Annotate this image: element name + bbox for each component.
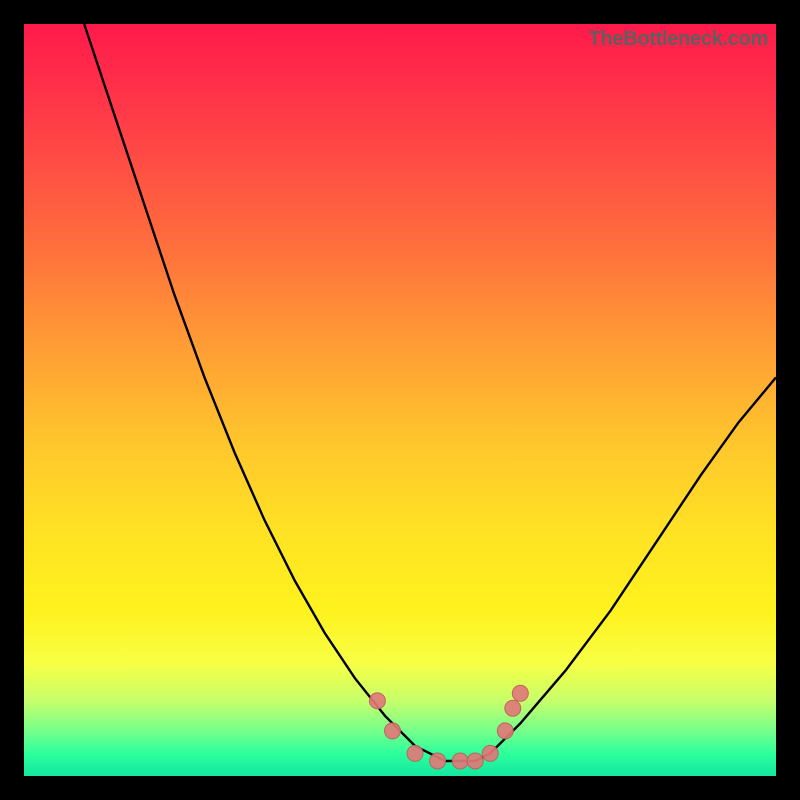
gradient-background bbox=[24, 24, 776, 776]
watermark-text: TheBottleneck.com bbox=[589, 28, 768, 51]
chart-frame: TheBottleneck.com bbox=[24, 24, 776, 776]
